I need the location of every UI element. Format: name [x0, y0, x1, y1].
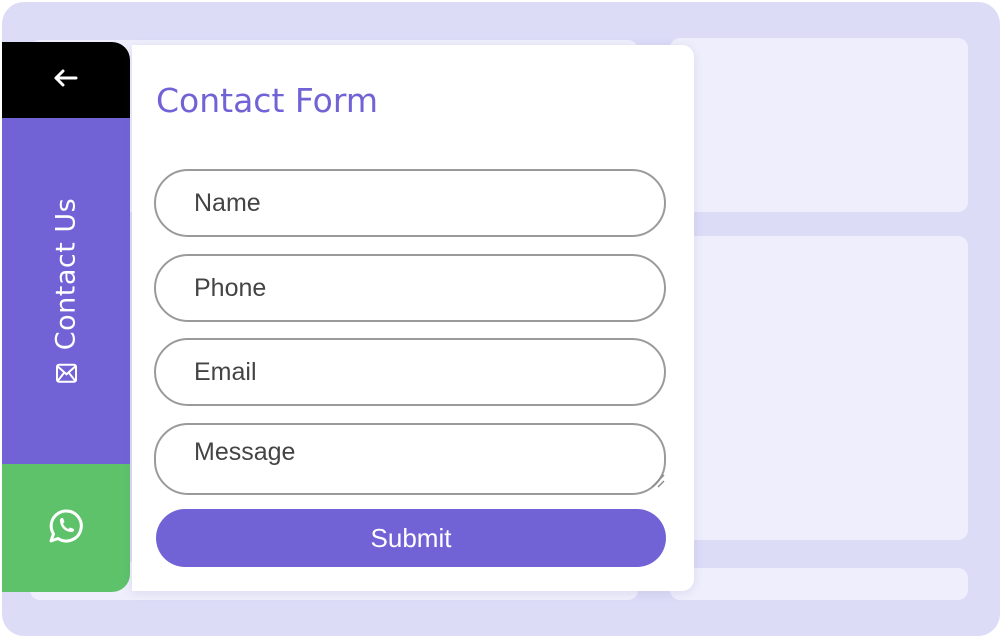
- phone-input[interactable]: [154, 254, 666, 322]
- back-button[interactable]: [2, 42, 130, 118]
- message-textarea[interactable]: [154, 423, 666, 495]
- whatsapp-icon: [47, 507, 85, 549]
- submit-button[interactable]: Submit: [156, 509, 666, 567]
- form-title: Contact Form: [156, 81, 379, 120]
- name-input[interactable]: [154, 169, 666, 237]
- whatsapp-button[interactable]: [2, 464, 130, 592]
- background-card: [670, 568, 968, 600]
- background-card: [670, 236, 968, 540]
- arrow-left-icon: [53, 69, 79, 91]
- resize-grip-icon[interactable]: [650, 473, 666, 489]
- mail-icon: [55, 362, 77, 384]
- contact-us-tab[interactable]: Contact Us: [2, 118, 130, 464]
- contact-sidetab: Contact Us: [2, 42, 130, 592]
- email-input[interactable]: [154, 338, 666, 406]
- contact-form-panel: Contact Form Submit: [132, 45, 694, 591]
- background-card: [670, 38, 968, 212]
- contact-us-label: Contact Us: [50, 197, 82, 351]
